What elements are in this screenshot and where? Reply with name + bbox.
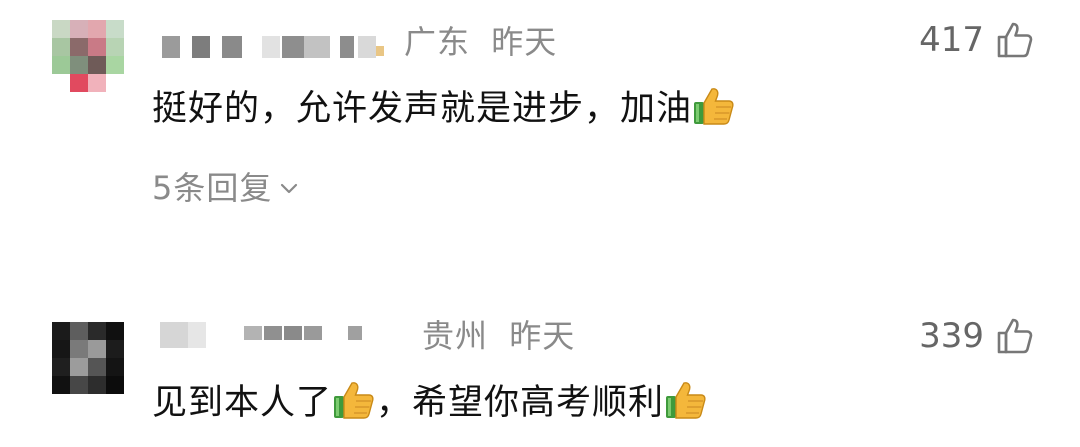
comment-item: 广东 昨天 417 挺好的，允许发声就是进步，加油 5条回复 <box>0 0 1080 230</box>
time-label: 昨天 <box>491 23 558 61</box>
thumbs-up-emoji <box>692 84 736 128</box>
comment-text: 见到本人了 ，希望你高考顺利 <box>152 378 708 427</box>
location-label: 广东 <box>404 23 471 61</box>
like-count: 339 <box>919 316 984 356</box>
comment-item: 贵州 昨天 339 见到本人了 ，希望你高考顺利 <box>0 300 1080 447</box>
chevron-down-icon <box>278 168 300 208</box>
comment-text-part: 见到本人了 <box>152 383 333 423</box>
comment-meta: 广东 昨天 <box>404 22 557 62</box>
username-blurred[interactable] <box>152 36 392 58</box>
replies-label: 5条回复 <box>152 169 273 207</box>
thumbs-up-outline-icon[interactable] <box>996 21 1034 59</box>
avatar[interactable] <box>52 322 124 394</box>
username-blurred[interactable] <box>152 322 382 348</box>
comment-text-part: ，希望你高考顺利 <box>376 383 665 423</box>
thumbs-up-emoji <box>664 378 708 422</box>
like-button[interactable]: 339 <box>919 316 1034 356</box>
thumbs-up-outline-icon[interactable] <box>996 317 1034 355</box>
like-button[interactable]: 417 <box>919 20 1034 60</box>
view-replies-button[interactable]: 5条回复 <box>152 168 300 208</box>
comment-meta: 贵州 昨天 <box>422 316 575 356</box>
time-label: 昨天 <box>509 317 576 355</box>
comment-text-part: 挺好的，允许发声就是进步，加油 <box>152 89 693 129</box>
comment-text: 挺好的，允许发声就是进步，加油 <box>152 84 736 133</box>
like-count: 417 <box>919 20 984 60</box>
thumbs-up-emoji <box>332 378 376 422</box>
avatar[interactable] <box>52 20 124 92</box>
location-label: 贵州 <box>422 317 489 355</box>
